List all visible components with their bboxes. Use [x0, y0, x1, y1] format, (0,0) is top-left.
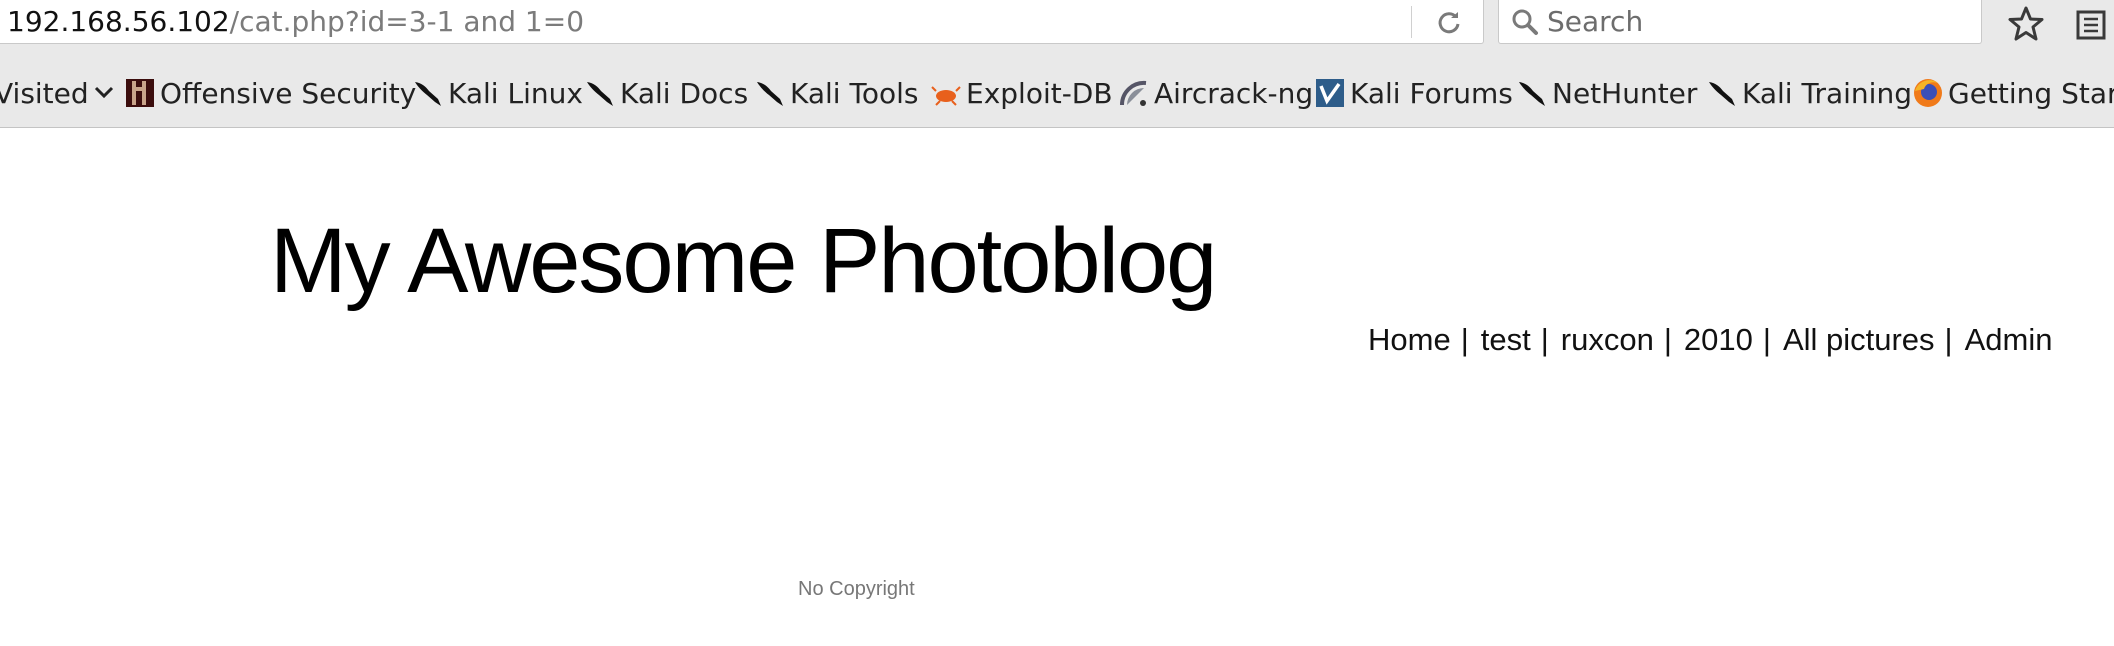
- bookmark-kali-docs[interactable]: Kali Docs: [584, 72, 748, 114]
- bookmark-label: Kali Forums: [1350, 76, 1513, 110]
- site-title: My Awesome Photoblog: [270, 210, 1217, 312]
- bookmark-kali-linux[interactable]: Kali Linux: [412, 72, 583, 114]
- nav-link-home[interactable]: Home: [1368, 322, 1451, 357]
- kali-dragon-icon: [1706, 77, 1738, 109]
- kali-dragon-icon: [1516, 77, 1548, 109]
- browser-chrome: 192.168.56.102/cat.php?id=3-1 and 1=0 Se…: [0, 0, 2114, 128]
- bookmark-kali-forums[interactable]: Kali Forums: [1314, 72, 1513, 114]
- bookmark-kali-training[interactable]: Kali Training: [1706, 72, 1912, 114]
- exploitdb-icon: [930, 77, 962, 109]
- nav-link-2010[interactable]: 2010: [1684, 322, 1753, 357]
- bookmark-exploit-db[interactable]: Exploit-DB: [930, 72, 1113, 114]
- aircrack-icon: [1118, 77, 1150, 109]
- nav-link-admin[interactable]: Admin: [1965, 322, 2053, 357]
- reload-icon[interactable]: [1429, 4, 1469, 40]
- bookmark-kali-tools[interactable]: Kali Tools: [754, 72, 918, 114]
- search-placeholder: Search: [1547, 5, 1644, 38]
- bookmarks-toolbar: Visited Offensive Security Kali Linux Ka…: [0, 72, 2114, 114]
- bookmark-getting-started[interactable]: Getting Start: [1912, 72, 2114, 114]
- firefox-icon: [1912, 77, 1944, 109]
- bookmark-nethunter[interactable]: NetHunter: [1516, 72, 1697, 114]
- footer-copyright: No Copyright: [798, 578, 915, 600]
- bookmark-most-visited[interactable]: Visited: [0, 72, 115, 114]
- nav-separator: |: [1762, 322, 1771, 357]
- kali-dragon-icon: [754, 77, 786, 109]
- bookmark-label: Kali Docs: [620, 76, 749, 110]
- search-icon: [1509, 6, 1541, 38]
- nav-link-all-pictures[interactable]: All pictures: [1783, 322, 1935, 357]
- kali-dragon-icon: [584, 77, 616, 109]
- nav-separator: |: [1460, 322, 1469, 357]
- url-text[interactable]: 192.168.56.102/cat.php?id=3-1 and 1=0: [7, 4, 584, 40]
- nav-separator: |: [1540, 322, 1549, 357]
- url-divider: [1411, 6, 1412, 38]
- offsec-icon: [124, 77, 156, 109]
- bookmark-label: Kali Linux: [448, 76, 583, 110]
- url-bar[interactable]: 192.168.56.102/cat.php?id=3-1 and 1=0: [0, 0, 1484, 44]
- nav-link-ruxcon[interactable]: ruxcon: [1561, 322, 1654, 357]
- bookmark-label: Kali Training: [1742, 76, 1912, 110]
- bookmark-star-icon[interactable]: [2006, 4, 2046, 44]
- url-path: /cat.php?id=3-1 and 1=0: [229, 5, 585, 38]
- bookmark-label: Offensive Security: [160, 76, 417, 110]
- url-host: 192.168.56.102: [7, 5, 230, 38]
- bookmark-label: Getting Start: [1948, 76, 2114, 110]
- bookmark-aircrack-ng[interactable]: Aircrack-ng: [1118, 72, 1313, 114]
- bookmark-label: Aircrack-ng: [1154, 76, 1314, 110]
- bookmark-label: Visited: [0, 76, 89, 110]
- bookmark-label: Exploit-DB: [966, 76, 1113, 110]
- chevron-down-icon: [93, 77, 115, 110]
- kali-dragon-icon: [412, 77, 444, 109]
- library-icon[interactable]: [2070, 4, 2110, 44]
- kali-forums-icon: [1314, 77, 1346, 109]
- search-input[interactable]: Search: [1498, 0, 1982, 44]
- site-nav: Home | test | ruxcon | 2010 | All pictures | Admin: [1368, 320, 2052, 360]
- bookmark-label: NetHunter: [1552, 76, 1698, 110]
- bookmark-label: Kali Tools: [790, 76, 919, 110]
- nav-separator: |: [1944, 322, 1953, 357]
- nav-separator: |: [1663, 322, 1672, 357]
- nav-link-test[interactable]: test: [1481, 322, 1531, 357]
- bookmark-offensive-security[interactable]: Offensive Security: [124, 72, 416, 114]
